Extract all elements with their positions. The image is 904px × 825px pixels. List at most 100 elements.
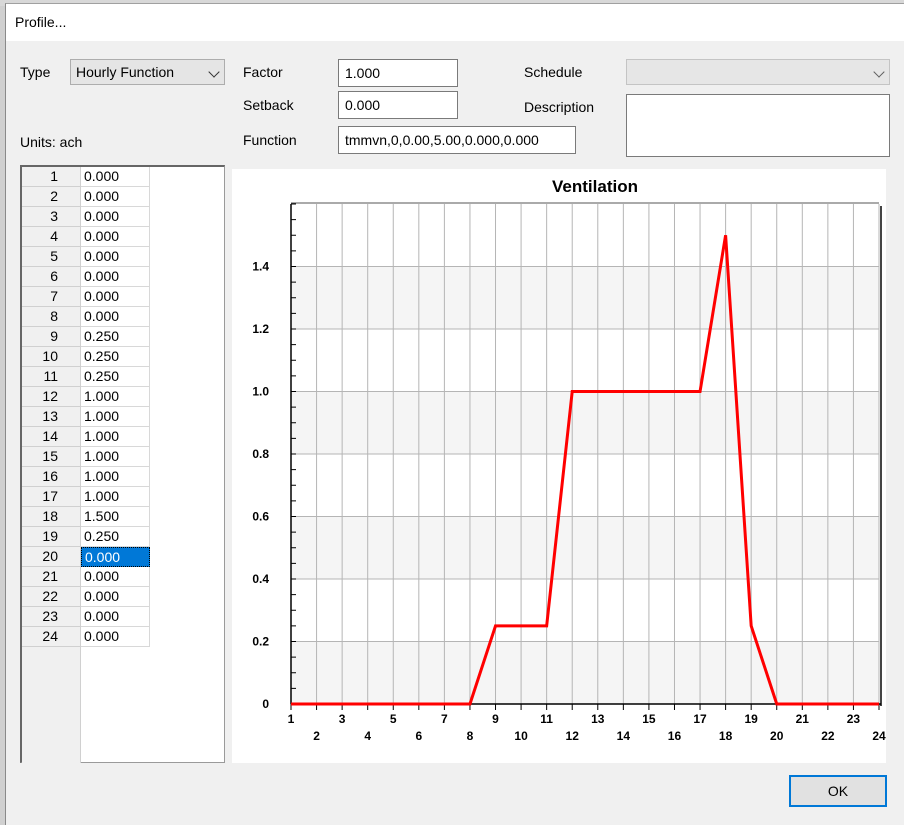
- table-row[interactable]: 19 0.250: [22, 527, 150, 547]
- table-row[interactable]: 16 1.000: [22, 467, 150, 487]
- type-label: Type: [20, 64, 51, 80]
- table-row[interactable]: 14 1.000: [22, 427, 150, 447]
- value-cell[interactable]: 0.000: [81, 267, 150, 287]
- factor-input[interactable]: 1.000: [338, 59, 458, 87]
- value-cell[interactable]: 0.000: [81, 287, 150, 307]
- row-header[interactable]: 10: [22, 347, 81, 367]
- table-row[interactable]: 15 1.000: [22, 447, 150, 467]
- row-header[interactable]: 17: [22, 487, 81, 507]
- table-row[interactable]: 12 1.000: [22, 387, 150, 407]
- x-tick-label: 22: [821, 729, 835, 743]
- value-cell[interactable]: 0.000: [81, 247, 150, 267]
- row-header[interactable]: 13: [22, 407, 81, 427]
- x-tick-label: 20: [770, 729, 784, 743]
- table-row[interactable]: 20 0.000: [22, 547, 150, 567]
- row-header[interactable]: 1: [22, 167, 81, 187]
- table-row[interactable]: 9 0.250: [22, 327, 150, 347]
- row-header[interactable]: 5: [22, 247, 81, 267]
- grid-band: [291, 641, 879, 704]
- type-select[interactable]: Hourly Function: [70, 59, 225, 85]
- ok-button[interactable]: OK: [789, 775, 887, 807]
- ventilation-chart: Ventilation00.20.40.60.81.01.21.41234567…: [252, 177, 886, 743]
- row-header[interactable]: 7: [22, 287, 81, 307]
- row-header[interactable]: 4: [22, 227, 81, 247]
- table-row[interactable]: 17 1.000: [22, 487, 150, 507]
- description-textarea[interactable]: [626, 94, 890, 157]
- x-tick-label: 21: [796, 712, 810, 726]
- row-header[interactable]: 21: [22, 567, 81, 587]
- value-cell[interactable]: 0.000: [81, 587, 150, 607]
- table-row[interactable]: 11 0.250: [22, 367, 150, 387]
- table-row[interactable]: 13 1.000: [22, 407, 150, 427]
- value-cell[interactable]: 0.000: [81, 607, 150, 627]
- value-cell[interactable]: 1.000: [81, 447, 150, 467]
- row-header[interactable]: 15: [22, 447, 81, 467]
- y-tick-label: 0.6: [252, 510, 269, 524]
- function-input[interactable]: tmmvn,0,0.00,5.00,0.000,0.000: [338, 126, 576, 154]
- grid-band: [291, 391, 879, 454]
- row-header[interactable]: 19: [22, 527, 81, 547]
- y-tick-label: 1.4: [252, 260, 269, 274]
- profile-dialog: Profile... Type Hourly Function Factor 1…: [5, 3, 904, 825]
- row-header[interactable]: 14: [22, 427, 81, 447]
- table-row[interactable]: 3 0.000: [22, 207, 150, 227]
- table-row[interactable]: 24 0.000: [22, 627, 150, 647]
- row-header[interactable]: 9: [22, 327, 81, 347]
- hourly-values-grid[interactable]: 1 0.000 2 0.000 3 0.000 4 0.000 5 0.000 6 0.000 7 0.0…: [20, 165, 225, 763]
- value-cell[interactable]: 0.000: [81, 547, 150, 567]
- row-header[interactable]: 22: [22, 587, 81, 607]
- value-cell[interactable]: 0.000: [81, 307, 150, 327]
- row-header[interactable]: 24: [22, 627, 81, 647]
- value-cell[interactable]: 0.000: [81, 567, 150, 587]
- setback-input[interactable]: 0.000: [338, 91, 458, 119]
- row-header[interactable]: 2: [22, 187, 81, 207]
- table-row[interactable]: 23 0.000: [22, 607, 150, 627]
- y-tick-label: 1.0: [252, 385, 269, 399]
- x-tick-label: 4: [364, 729, 371, 743]
- row-header[interactable]: 23: [22, 607, 81, 627]
- value-cell[interactable]: 1.000: [81, 487, 150, 507]
- value-cell[interactable]: 1.500: [81, 507, 150, 527]
- value-cell[interactable]: 0.250: [81, 527, 150, 547]
- table-row[interactable]: 1 0.000: [22, 167, 150, 187]
- table-row[interactable]: 4 0.000: [22, 227, 150, 247]
- x-tick-label: 10: [514, 729, 528, 743]
- table-row[interactable]: 10 0.250: [22, 347, 150, 367]
- value-cell[interactable]: 0.000: [81, 167, 150, 187]
- value-cell[interactable]: 0.000: [81, 187, 150, 207]
- value-cell[interactable]: 0.000: [81, 227, 150, 247]
- row-header[interactable]: 16: [22, 467, 81, 487]
- value-cell[interactable]: 0.000: [81, 627, 150, 647]
- schedule-select[interactable]: [626, 59, 890, 85]
- table-row[interactable]: 18 1.500: [22, 507, 150, 527]
- table-row[interactable]: 7 0.000: [22, 287, 150, 307]
- value-cell[interactable]: 0.000: [81, 207, 150, 227]
- value-cell[interactable]: 0.250: [81, 347, 150, 367]
- row-header[interactable]: 3: [22, 207, 81, 227]
- x-tick-label: 14: [617, 729, 631, 743]
- row-header[interactable]: 6: [22, 267, 81, 287]
- value-cell[interactable]: 1.000: [81, 407, 150, 427]
- value-cell[interactable]: 1.000: [81, 387, 150, 407]
- table-row[interactable]: 22 0.000: [22, 587, 150, 607]
- value-cell[interactable]: 1.000: [81, 467, 150, 487]
- table-row[interactable]: 5 0.000: [22, 247, 150, 267]
- row-header[interactable]: 11: [22, 367, 81, 387]
- row-header[interactable]: 18: [22, 507, 81, 527]
- table-row[interactable]: 8 0.000: [22, 307, 150, 327]
- x-tick-label: 6: [415, 729, 422, 743]
- x-tick-label: 12: [566, 729, 580, 743]
- table-row[interactable]: 6 0.000: [22, 267, 150, 287]
- value-cell[interactable]: 0.250: [81, 327, 150, 347]
- table-row[interactable]: 21 0.000: [22, 567, 150, 587]
- table-row[interactable]: 2 0.000: [22, 187, 150, 207]
- y-tick-label: 0.8: [252, 447, 269, 461]
- row-header[interactable]: 20: [22, 547, 81, 567]
- value-cell[interactable]: 0.250: [81, 367, 150, 387]
- x-tick-label: 23: [847, 712, 861, 726]
- row-header[interactable]: 12: [22, 387, 81, 407]
- row-header[interactable]: 8: [22, 307, 81, 327]
- x-tick-label: 1: [288, 712, 295, 726]
- value-cell[interactable]: 1.000: [81, 427, 150, 447]
- x-tick-label: 7: [441, 712, 448, 726]
